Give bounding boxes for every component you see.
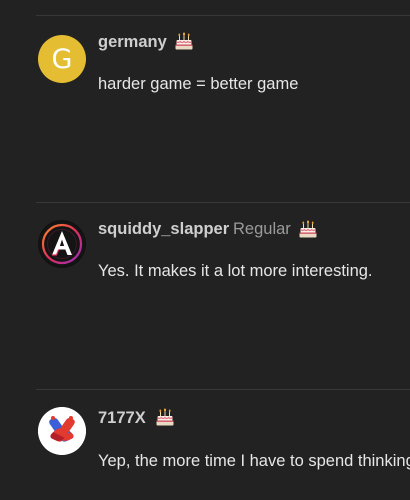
birthday-cake-icon (156, 408, 174, 426)
post-divider (36, 202, 410, 203)
birthday-cake-icon (299, 220, 317, 238)
topic-thread: G germany harder game = better game squi… (0, 0, 410, 500)
birthday-cake-icon (175, 32, 193, 50)
avatar[interactable] (38, 407, 86, 455)
user-title: Regular (233, 220, 291, 238)
post-divider (36, 389, 410, 390)
avatar[interactable] (38, 220, 86, 268)
crossed-feet-icon (38, 407, 86, 455)
username-link[interactable]: squiddy_slapper (98, 220, 229, 239)
avatar[interactable]: G (38, 35, 86, 83)
letter-a-logo-icon (39, 221, 85, 267)
username-link[interactable]: 7177X (98, 409, 146, 428)
post-body: Yes. It makes it a lot more interesting. (98, 262, 373, 280)
post-divider (36, 15, 410, 16)
avatar-letter: G (51, 43, 73, 75)
post-body: harder game = better game (98, 75, 299, 93)
post-body: Yep, the more time I have to spend think… (98, 452, 410, 470)
username-link[interactable]: germany (98, 33, 167, 52)
